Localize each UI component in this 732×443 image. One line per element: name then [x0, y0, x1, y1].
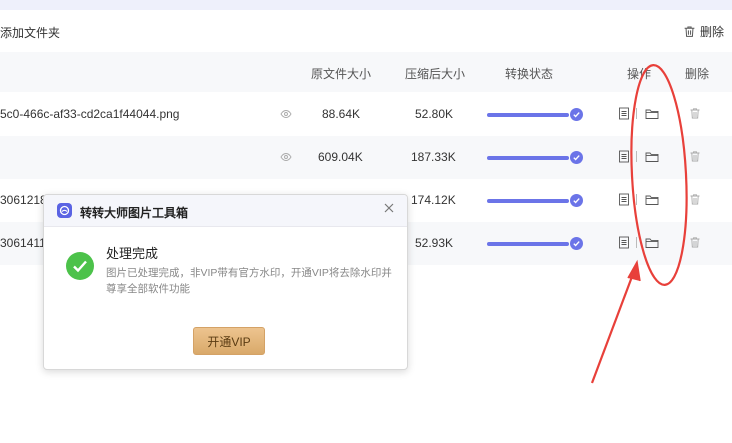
annotation-arrow	[590, 265, 638, 384]
table-row: 5c0-466c-af33-cd2ca1f44044.png 88.64K 52…	[0, 93, 732, 136]
original-size: 609.04K	[318, 150, 363, 164]
action-separator	[636, 151, 637, 162]
dialog-title: 转转大师图片工具箱	[80, 206, 189, 220]
eye-icon[interactable]	[280, 108, 292, 120]
original-size: 88.64K	[322, 107, 361, 121]
toolbar: 添加文件夹 删除	[0, 10, 732, 52]
folder-icon[interactable]	[645, 151, 659, 163]
table-header: 原文件大小 压缩后大小 转换状态 操作 删除	[0, 52, 732, 92]
table-row: 609.04K 187.33K	[0, 136, 732, 179]
trash-icon	[684, 26, 695, 37]
eye-icon[interactable]	[280, 151, 292, 163]
document-icon[interactable]	[618, 236, 630, 249]
compressed-size: 52.93K	[415, 236, 454, 250]
progress-bar	[487, 242, 569, 246]
delete-all-button[interactable]: 删除	[683, 23, 724, 40]
app-logo-icon	[57, 203, 72, 218]
header-actions: 操作	[627, 67, 652, 81]
header-delete: 删除	[685, 67, 710, 81]
action-separator	[636, 237, 637, 248]
compressed-size: 174.12K	[411, 193, 456, 207]
folder-icon[interactable]	[645, 237, 659, 249]
check-circle-icon	[570, 151, 583, 164]
progress-bar	[487, 113, 569, 117]
trash-icon[interactable]	[689, 193, 701, 206]
compressed-size: 52.80K	[415, 107, 454, 121]
open-vip-button[interactable]: 开通VIP	[193, 327, 265, 355]
dialog-message: 图片已处理完成，非VIP带有官方水印，开通VIP将去除水印并尊享全部软件功能	[106, 267, 392, 295]
document-icon[interactable]	[618, 150, 630, 163]
progress-bar	[487, 199, 569, 203]
top-strip	[0, 0, 732, 10]
dialog-heading: 处理完成	[106, 246, 159, 261]
check-circle-icon	[570, 194, 583, 207]
dialog-header: 转转大师图片工具箱	[44, 195, 407, 227]
trash-icon[interactable]	[689, 150, 701, 163]
trash-icon[interactable]	[689, 236, 701, 249]
action-separator	[636, 194, 637, 205]
folder-icon[interactable]	[645, 194, 659, 206]
compressed-size: 187.33K	[411, 150, 456, 164]
progress-bar	[487, 156, 569, 160]
delete-all-label: 删除	[699, 25, 724, 39]
action-separator	[636, 108, 637, 119]
document-icon[interactable]	[618, 193, 630, 206]
check-circle-icon	[570, 237, 583, 250]
header-status: 转换状态	[505, 67, 554, 81]
file-name: 5c0-466c-af33-cd2ca1f44044.png	[0, 107, 180, 121]
document-icon[interactable]	[618, 107, 630, 120]
trash-icon[interactable]	[689, 107, 701, 120]
folder-icon[interactable]	[645, 108, 659, 120]
completion-dialog: 转转大师图片工具箱 处理完成 图片已处理完成，非VIP带有官方水印，开通VIP将…	[43, 194, 408, 370]
check-circle-icon	[570, 108, 583, 121]
header-compressed-size: 压缩后大小	[405, 67, 466, 81]
success-check-icon	[66, 252, 94, 280]
add-folder-button[interactable]: 添加文件夹	[0, 24, 60, 41]
close-icon[interactable]	[382, 201, 396, 215]
header-original-size: 原文件大小	[311, 67, 372, 81]
